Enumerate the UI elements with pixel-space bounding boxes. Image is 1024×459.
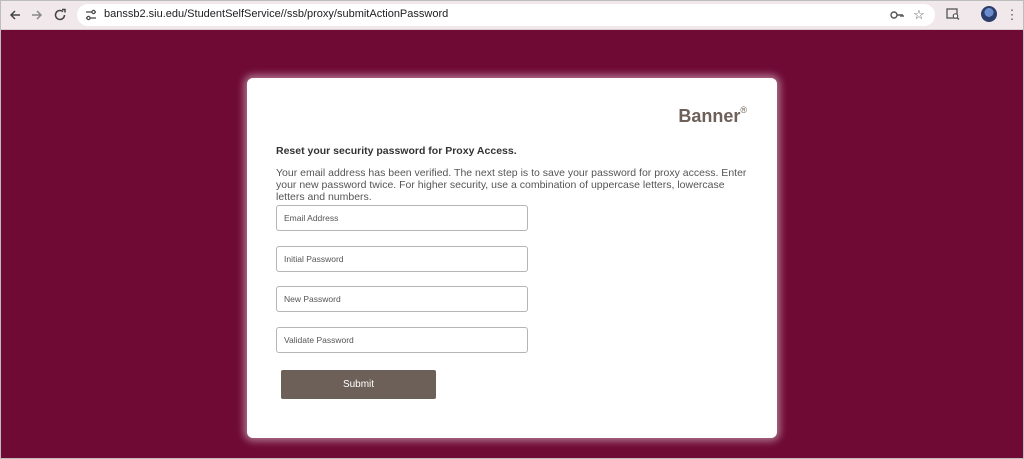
- url-text: banssb2.siu.edu/StudentSelfService//ssb/…: [104, 8, 449, 20]
- new-password-field[interactable]: [276, 286, 528, 312]
- email-field[interactable]: [276, 205, 528, 231]
- instructions-text: Your email address has been verified. Th…: [276, 167, 747, 203]
- tab-search-icon[interactable]: [944, 6, 962, 24]
- key-icon[interactable]: [889, 7, 905, 23]
- star-icon[interactable]: ☆: [911, 7, 927, 23]
- submit-button[interactable]: Submit: [281, 370, 436, 399]
- address-bar[interactable]: banssb2.siu.edu/StudentSelfService//ssb/…: [77, 4, 935, 26]
- page-content: Banner® Reset your security password for…: [1, 30, 1023, 458]
- kebab-menu-icon[interactable]: ⋮: [1003, 6, 1021, 24]
- tune-icon[interactable]: [83, 7, 99, 23]
- back-arrow-icon[interactable]: [5, 5, 25, 25]
- avatar[interactable]: [981, 6, 997, 22]
- banner-logo: Banner®: [678, 105, 747, 127]
- reload-icon[interactable]: [50, 5, 70, 25]
- password-card: Banner® Reset your security password for…: [247, 78, 777, 438]
- validate-password-field[interactable]: [276, 327, 528, 353]
- page-heading: Reset your security password for Proxy A…: [276, 145, 517, 157]
- browser-toolbar: banssb2.siu.edu/StudentSelfService//ssb/…: [1, 1, 1023, 30]
- initial-password-field[interactable]: [276, 246, 528, 272]
- brand-name: Banner: [678, 106, 741, 126]
- forward-arrow-icon[interactable]: [27, 5, 47, 25]
- browser-window: banssb2.siu.edu/StudentSelfService//ssb/…: [0, 0, 1024, 459]
- registered-mark: ®: [740, 105, 747, 115]
